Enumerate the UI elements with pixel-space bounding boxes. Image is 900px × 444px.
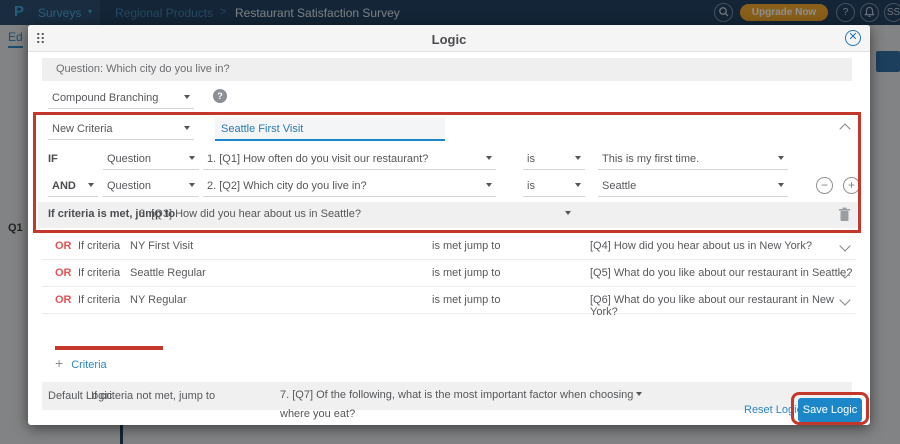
caret-down-icon	[189, 183, 195, 187]
caret-down-icon	[486, 183, 492, 187]
criteria-target: [Q5] What do you like about our restaura…	[590, 267, 852, 279]
logic-modal: Logic ✕ Question: Which city do you live…	[28, 25, 870, 425]
caret-down-icon	[565, 211, 571, 215]
and-value-dropdown[interactable]: Seattle	[598, 177, 788, 197]
close-icon[interactable]: ✕	[845, 30, 861, 46]
screen: P Surveys ▾ Regional Products > Restaura…	[0, 0, 900, 444]
if-criteria-label: If criteria	[78, 240, 120, 252]
caret-down-icon	[184, 95, 190, 99]
criteria-target: [Q6] What do you like about our restaura…	[590, 294, 856, 318]
met-jump-label: is met jump to	[432, 267, 500, 279]
if-operator-label: IF	[48, 153, 58, 165]
and-question-dropdown[interactable]: 2. [Q2] Which city do you live in?	[203, 177, 496, 197]
and-operator-dropdown[interactable]: AND	[48, 177, 98, 197]
branching-help-icon[interactable]: ?	[213, 89, 227, 103]
criteria-name-input[interactable]	[215, 118, 445, 141]
caret-down-icon	[778, 183, 784, 187]
collapse-chevron-up-icon[interactable]	[839, 123, 850, 134]
criteria-name-dropdown[interactable]: New Criteria	[48, 120, 194, 140]
jump-target-dropdown[interactable]: 3. [Q3] How did you hear about us in Sea…	[135, 205, 575, 225]
default-condition-label: If criteria not met, jump to	[91, 390, 215, 402]
criteria-name: Seattle Regular	[130, 267, 206, 279]
branching-type-dropdown[interactable]: Compound Branching	[48, 89, 194, 109]
criteria-name: NY Regular	[130, 294, 187, 306]
criteria-name: NY First Visit	[130, 240, 193, 252]
and-condition-dropdown[interactable]: is	[523, 177, 585, 197]
if-type-dropdown[interactable]: Question	[103, 150, 199, 170]
or-criteria-row[interactable]: OR If criteria Seattle Regular is met ju…	[42, 260, 856, 287]
or-criteria-row[interactable]: OR If criteria NY Regular is met jump to…	[42, 287, 856, 314]
if-value-dropdown[interactable]: This is my first time.	[598, 150, 788, 170]
caret-down-icon	[575, 183, 581, 187]
caret-down-icon	[189, 156, 195, 160]
modal-header: Logic ✕	[28, 25, 870, 52]
if-criteria-label: If criteria	[78, 267, 120, 279]
or-criteria-row[interactable]: OR If criteria NY First Visit is met jum…	[42, 233, 856, 260]
criteria-target: [Q4] How did you hear about us in New Yo…	[590, 240, 812, 252]
reset-logic-link[interactable]: Reset Logic	[744, 404, 802, 416]
annotation-add-criteria-underline	[55, 346, 163, 350]
question-context-bar: Question: Which city do you live in?	[42, 58, 852, 81]
or-label: OR	[55, 240, 72, 252]
and-type-dropdown[interactable]: Question	[103, 177, 199, 197]
caret-down-icon	[88, 183, 94, 187]
add-condition-icon[interactable]: +	[843, 177, 860, 194]
or-label: OR	[55, 294, 72, 306]
if-condition-dropdown[interactable]: is	[523, 150, 585, 170]
modal-title: Logic	[28, 32, 870, 47]
met-jump-label: is met jump to	[432, 240, 500, 252]
caret-down-icon	[778, 156, 784, 160]
criteria-jump-bar: If criteria is met, jump to 3. [Q3] How …	[38, 202, 857, 228]
caret-down-icon	[486, 156, 492, 160]
if-criteria-label: If criteria	[78, 294, 120, 306]
plus-icon: +	[55, 355, 63, 371]
remove-condition-icon[interactable]: −	[816, 177, 833, 194]
caret-down-icon	[575, 156, 581, 160]
if-question-dropdown[interactable]: 1. [Q1] How often do you visit our resta…	[203, 150, 496, 170]
add-criteria-link[interactable]: +Criteria	[55, 355, 107, 371]
default-logic-bar: Default Logic If criteria not met, jump …	[42, 382, 852, 410]
met-jump-label: is met jump to	[432, 294, 500, 306]
caret-down-icon	[184, 126, 190, 130]
save-logic-button[interactable]: Save Logic	[798, 398, 862, 422]
default-jump-dropdown[interactable]: 7. [Q7] Of the following, what is the mo…	[276, 386, 646, 406]
delete-criteria-trash-icon[interactable]	[838, 207, 851, 222]
or-label: OR	[55, 267, 72, 279]
caret-down-icon	[636, 392, 642, 396]
expand-chevron-down-icon[interactable]	[839, 240, 850, 251]
